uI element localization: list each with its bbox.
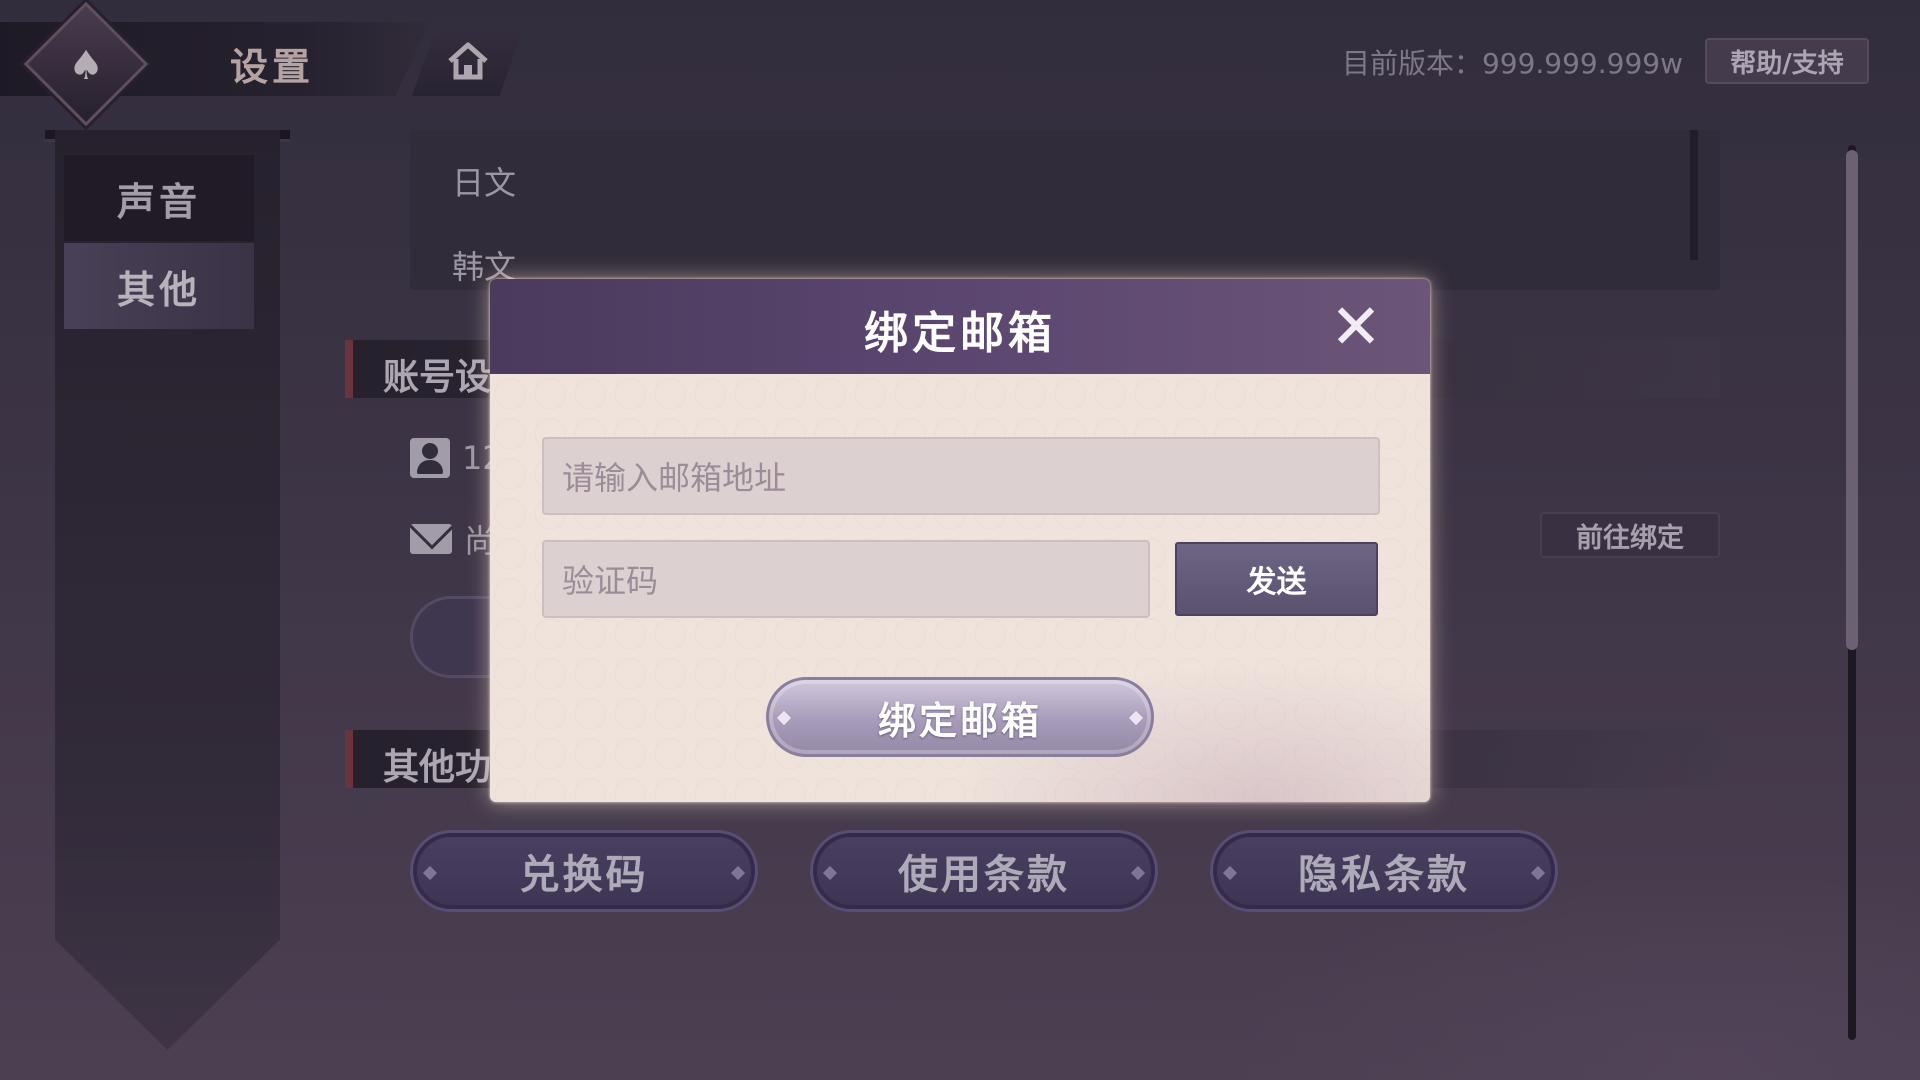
send-code-button[interactable]: 发送 (1175, 542, 1378, 616)
verification-code-input[interactable]: 验证码 (542, 540, 1150, 618)
email-input[interactable]: 请输入邮箱地址 (542, 437, 1380, 515)
bind-email-button[interactable]: 绑定邮箱 (766, 677, 1154, 757)
dialog-title: 绑定邮箱 (864, 308, 1056, 359)
dialog-header: 绑定邮箱 ✕ (490, 279, 1430, 374)
close-icon[interactable]: ✕ (1328, 296, 1384, 358)
bind-email-dialog: 绑定邮箱 ✕ 请输入邮箱地址 验证码 发送 绑定邮箱 (490, 279, 1430, 802)
